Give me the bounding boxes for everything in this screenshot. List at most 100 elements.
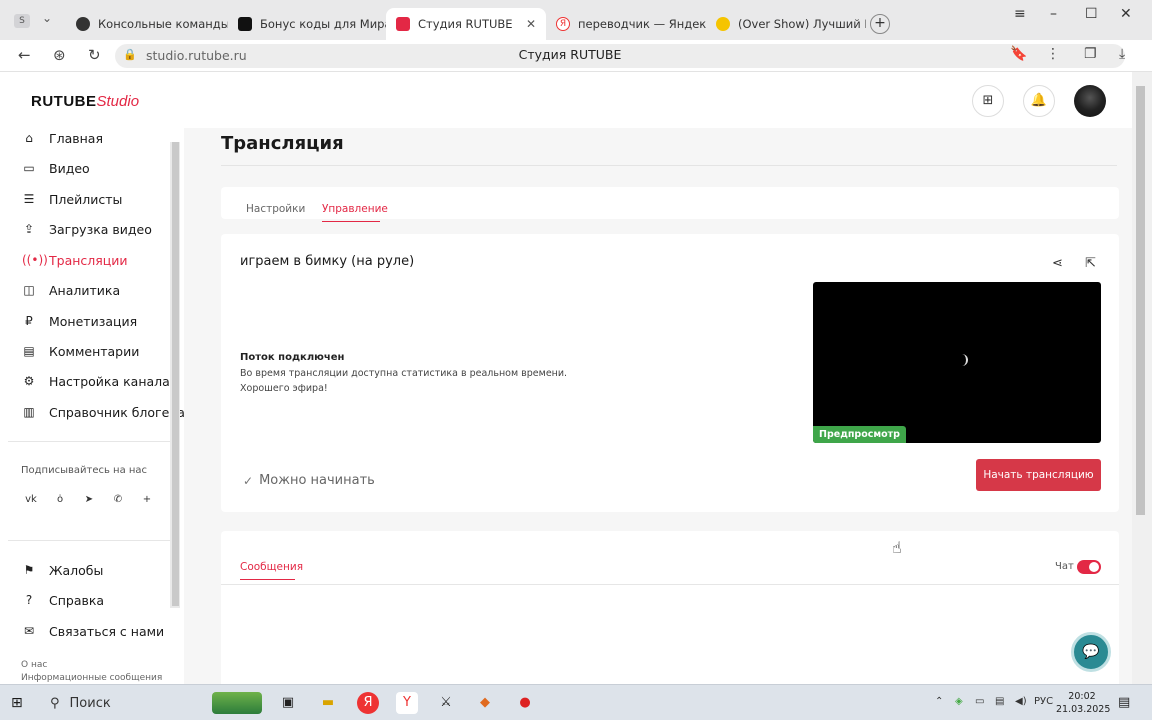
back-icon[interactable]: ←: [18, 46, 31, 64]
sidebar-scroll-thumb[interactable]: [172, 142, 179, 606]
share-icon[interactable]: ⋖: [1052, 256, 1063, 271]
sidebar-item-home[interactable]: ⌂ Главная: [22, 128, 103, 148]
sidebar-item-blogger-guide[interactable]: ▥ Справочник блогера: [22, 402, 185, 422]
tray-display-icon[interactable]: ▭: [975, 696, 984, 707]
browser-tab-label: переводчик — Яндекс: на: [578, 17, 706, 31]
start-broadcast-button[interactable]: Начать трансляцию: [976, 459, 1101, 491]
browser-tab-strip: S ⌄ Консольные команды | Tl Бонус коды д…: [0, 0, 1152, 40]
tab-list-chevron-icon[interactable]: ⌄: [42, 11, 52, 25]
footer-link-about[interactable]: О нас: [21, 660, 47, 670]
sidebar-item-label: Загрузка видео: [49, 221, 152, 237]
file-explorer-icon[interactable]: ▬: [317, 692, 339, 714]
sidebar-item-analytics[interactable]: ◫ Аналитика: [22, 280, 120, 300]
plus-icon[interactable]: +: [138, 491, 156, 509]
comment-icon: ▤: [23, 344, 35, 358]
active-tab-underline: [240, 579, 295, 580]
follow-us-label: Подписывайтесь на нас: [21, 465, 148, 476]
page-scroll-thumb[interactable]: [1136, 86, 1145, 515]
tray-network-icon[interactable]: ▤: [995, 696, 1004, 707]
tab-settings[interactable]: Настройки: [246, 203, 305, 215]
footer-link-info[interactable]: Информационные сообщения: [21, 673, 162, 683]
tray-volume-icon[interactable]: ◀): [1015, 696, 1027, 707]
browser-tab[interactable]: Консольные команды | Tl: [66, 8, 228, 40]
support-chat-button[interactable]: 💬: [1071, 632, 1111, 672]
sidebar-item-comments[interactable]: ▤ Комментарии: [22, 341, 139, 361]
page-scrollbar[interactable]: [1132, 72, 1152, 684]
sidebar-item-channel-settings[interactable]: ⚙ Настройка канала: [22, 371, 170, 391]
taskbar-clock[interactable]: 20:02 21.03.2025: [1056, 690, 1111, 716]
sidebar-scrollbar[interactable]: [170, 142, 180, 608]
tabs-menu-icon[interactable]: ≡: [1014, 6, 1026, 22]
close-window-icon[interactable]: ✕: [1120, 6, 1132, 22]
sidebar-item-label: Плейлисты: [49, 191, 123, 207]
add-content-icon[interactable]: ⊞: [972, 85, 1004, 117]
sidebar-item-video[interactable]: ▭ Видео: [22, 158, 89, 178]
notifications-bell-icon[interactable]: 🔔: [1023, 85, 1055, 117]
browser-tab[interactable]: Бонус коды для Мира та: [228, 8, 386, 40]
tray-app-icon[interactable]: ◈: [955, 696, 963, 707]
yandex-browser-icon[interactable]: Я: [357, 692, 379, 714]
browser-tab-active[interactable]: Студия RUTUBE ✕: [386, 8, 546, 40]
stream-preview-player[interactable]: Предпросмотр: [813, 282, 1101, 443]
lock-icon[interactable]: 🔒: [123, 48, 137, 61]
chat-toggle[interactable]: [1077, 560, 1101, 574]
obs-like-icon[interactable]: ◆: [474, 692, 496, 714]
url-text[interactable]: studio.rutube.ru: [146, 48, 247, 63]
stream-status-text: Хорошего эфира!: [240, 383, 328, 394]
avatar[interactable]: [1074, 85, 1106, 117]
new-tab-button[interactable]: +: [870, 14, 890, 34]
browser-tab[interactable]: Я переводчик — Яндекс: на: [546, 8, 706, 40]
toggle-knob: [1089, 562, 1099, 572]
sidebar-item-label: Справочник блогера: [49, 404, 185, 420]
language-indicator[interactable]: РУС: [1034, 696, 1053, 707]
page-title-center: Студия RUTUBE: [518, 47, 622, 62]
viber-icon[interactable]: ✆: [109, 491, 127, 509]
task-view-icon[interactable]: ▣: [277, 692, 299, 714]
video-icon: ▭: [23, 161, 35, 175]
sidebar-item-monetization[interactable]: ₽ Монетизация: [22, 311, 137, 331]
tab-management[interactable]: Управление: [322, 203, 388, 215]
sidebar-item-upload[interactable]: ⇪ Загрузка видео: [22, 219, 152, 239]
protect-icon[interactable]: ⊛: [53, 46, 66, 64]
page-title: Трансляция: [221, 133, 344, 154]
browser-menu-icon[interactable]: S: [14, 14, 30, 28]
close-tab-icon[interactable]: ✕: [526, 17, 536, 31]
tray-expand-icon[interactable]: ⌃: [935, 696, 943, 707]
telegram-icon[interactable]: ➤: [80, 491, 98, 509]
notification-center-icon[interactable]: ▤: [1118, 695, 1130, 710]
open-external-icon[interactable]: ⇱: [1085, 256, 1096, 271]
sidebar-item-complaints[interactable]: ⚑ Жалобы: [22, 560, 104, 580]
bookmark-icon[interactable]: 🔖: [1010, 46, 1027, 62]
sidebar-item-playlists[interactable]: ☰ Плейлисты: [22, 189, 123, 209]
logo-main: RUTUBE: [31, 93, 97, 110]
browser-tab[interactable]: (Over Show) Лучший Пое: [706, 8, 866, 40]
rutube-studio-logo[interactable]: RUTUBEStudio: [31, 93, 139, 110]
stream-status-heading: Поток подключен: [240, 352, 345, 363]
record-app-icon[interactable]: ●: [514, 692, 536, 714]
yandex-app-icon[interactable]: Y: [396, 692, 418, 714]
page-viewport: RUTUBEStudio ⊞ 🔔 ⌂ Главная ▭ Видео ☰ Пле…: [0, 72, 1152, 684]
sidebar-item-label: Комментарии: [49, 343, 140, 359]
widget-landscape-icon[interactable]: [212, 692, 262, 714]
ready-status: ✓ Можно начинать: [243, 473, 375, 488]
tab-messages[interactable]: Сообщения: [240, 561, 303, 573]
ok-icon[interactable]: ȯ: [51, 491, 69, 509]
sidebar-item-broadcasts[interactable]: ((•)) Трансляции: [22, 250, 128, 270]
more-icon[interactable]: ⋮: [1046, 46, 1060, 62]
maximize-icon[interactable]: ☐: [1085, 6, 1098, 22]
collections-icon[interactable]: ❐: [1084, 46, 1097, 62]
reload-icon[interactable]: ↻: [88, 46, 101, 64]
windows-start-icon[interactable]: ⊞: [11, 695, 23, 711]
search-icon: ⚲: [50, 695, 60, 711]
vk-icon[interactable]: vk: [22, 491, 40, 509]
check-icon: ✓: [243, 473, 254, 488]
download-icon[interactable]: ⤓: [1119, 46, 1125, 62]
counter-strike-icon[interactable]: ⚔: [435, 692, 457, 714]
stream-title: играем в бимку (на руле): [240, 254, 415, 269]
sidebar-item-contact[interactable]: ✉ Связаться с нами: [22, 621, 164, 641]
messages-divider: [221, 584, 1119, 585]
minimize-icon[interactable]: –: [1050, 6, 1057, 22]
clock-date: 21.03.2025: [1056, 704, 1111, 715]
sidebar-item-help[interactable]: ? Справка: [22, 590, 104, 610]
messages-card: Сообщения Чат: [221, 531, 1119, 684]
